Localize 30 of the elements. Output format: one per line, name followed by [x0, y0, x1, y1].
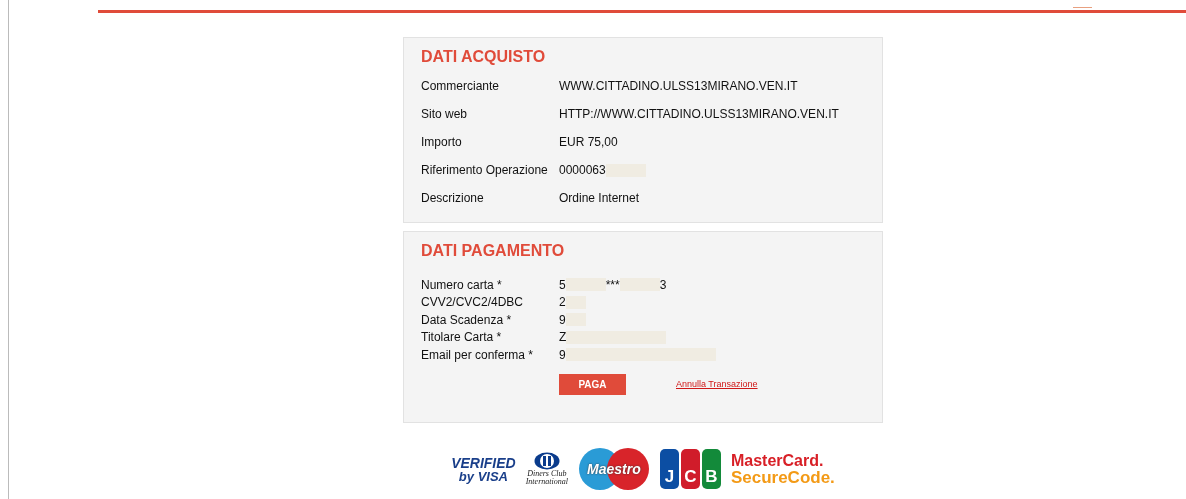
diners-club-logo: Diners Club International	[525, 452, 568, 486]
field-value: ***	[605, 277, 620, 292]
field-label: Descrizione	[421, 191, 485, 205]
field-value: 2	[559, 295, 566, 310]
section-title: DATI PAGAMENTO	[421, 242, 566, 260]
pay-button[interactable]: PAGA	[559, 373, 626, 395]
field-label: Email per conferma *	[421, 347, 535, 362]
field-label: Commerciante	[421, 79, 501, 93]
field-value: 5	[559, 277, 566, 292]
field-label: Riferimento Operazione	[421, 163, 549, 177]
field-value: WWW.CITTADINO.ULSS13MIRANO.VEN.IT	[559, 79, 798, 93]
field-label: Sito web	[421, 107, 469, 121]
field-value: 0000063	[559, 163, 606, 177]
section-title: DATI ACQUISTO	[421, 48, 547, 66]
field-value: Ordine Internet	[559, 191, 640, 205]
field-label: Data Scadenza *	[421, 312, 513, 327]
mastercard-securecode-logo: MasterCard. SecureCode.	[730, 452, 835, 486]
field-value: Z	[559, 330, 567, 345]
field-value: 9	[559, 347, 566, 362]
field-value: EUR 75,00	[559, 135, 618, 149]
field-label: Numero carta *	[421, 277, 503, 292]
field-label: Importo	[421, 135, 463, 149]
cancel-link[interactable]: Annulla Transazione	[676, 379, 758, 389]
field-value: HTTP://WWW.CITTADINO.ULSS13MIRANO.VEN.IT	[559, 107, 839, 121]
jcb-logo: J C B	[659, 449, 721, 489]
field-value: 3	[659, 277, 667, 292]
field-value: 9	[559, 312, 566, 327]
field-label: Titolare Carta *	[421, 330, 503, 345]
verified-by-visa-logo: VERIFIED by VISA	[451, 455, 516, 483]
field-label: CVV2/CVC2/4DBC	[421, 295, 525, 310]
